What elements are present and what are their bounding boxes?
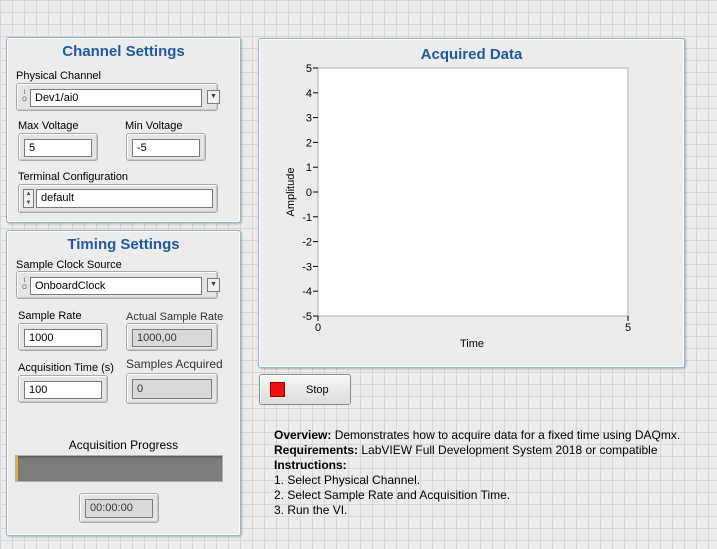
instructions-line: Instructions: [274, 458, 714, 473]
max-voltage-control: 5 [18, 133, 98, 161]
samples-acquired-indicator: 0 [126, 373, 218, 404]
stop-button[interactable]: Stop [259, 374, 351, 405]
overview-text: Demonstrates how to acquire data for a f… [331, 428, 681, 442]
sample-rate-label: Sample Rate [18, 310, 82, 322]
plot-area [317, 67, 629, 317]
y-tick-label: -5 [302, 311, 312, 323]
sample-rate-control: 1000 [18, 323, 108, 351]
elapsed-time-field: 00:00:00 [85, 499, 153, 518]
max-voltage-label: Max Voltage [18, 120, 79, 132]
stop-button-label: Stop [306, 384, 329, 396]
requirements-label: Requirements: [274, 443, 359, 457]
samples-acquired-field: 0 [132, 379, 212, 399]
sample-clock-source-dropdown-button[interactable]: ▼ [207, 278, 220, 292]
channel-settings-title: Channel Settings [62, 43, 185, 60]
physical-channel-dropdown-button[interactable]: ▼ [207, 90, 220, 104]
acquisition-time-label: Acquisition Time (s) [18, 362, 114, 374]
acquisition-time-control: 100 [18, 375, 108, 403]
instructions-label: Instructions: [274, 458, 347, 472]
physical-channel-field[interactable]: Dev1/ai0 [30, 89, 202, 107]
acquisition-time-field[interactable]: 100 [24, 381, 102, 399]
acquisition-progress-fill [16, 456, 18, 481]
actual-sample-rate-indicator: 1000,00 [126, 323, 218, 351]
sample-rate-field[interactable]: 1000 [24, 329, 102, 347]
acquisition-progress-label: Acquisition Progress [68, 438, 179, 452]
y-tick-label: 4 [306, 88, 312, 100]
physical-channel-control: IO Dev1/ai0 ▼ [16, 83, 220, 111]
timing-settings-title: Timing Settings [67, 236, 180, 253]
y-tick-label: 2 [306, 137, 312, 149]
acquired-data-panel: Acquired Data 5 4 3 2 1 0 -1 -2 -3 -4 -5 05 Amplit… [258, 38, 685, 368]
io-name-icon: IO [22, 90, 27, 103]
y-tick-label: -3 [302, 261, 312, 273]
overview-label: Overview: [274, 428, 332, 442]
io-name-icon: IO [22, 278, 27, 291]
acquisition-progress-bar [15, 455, 223, 482]
max-voltage-field[interactable]: 5 [24, 139, 92, 157]
samples-acquired-label: Samples Acquired [126, 357, 223, 371]
elapsed-time-indicator: 00:00:00 [79, 493, 159, 523]
overview-line: Overview: Demonstrates how to acquire da… [274, 428, 714, 443]
terminal-config-control: ▲ ▼ default [18, 184, 218, 213]
actual-sample-rate-label: Actual Sample Rate [126, 311, 224, 323]
timing-settings-panel: Timing Settings Sample Clock Source IO O… [6, 230, 241, 536]
stop-led-icon [270, 382, 285, 397]
min-voltage-field[interactable]: -5 [132, 139, 200, 157]
x-tick-label: 0 [315, 322, 321, 334]
requirements-text: LabVIEW Full Development System 2018 or … [358, 443, 658, 457]
terminal-config-field[interactable]: default [36, 189, 213, 208]
instruction-step: 3. Run the VI. [274, 503, 348, 517]
terminal-config-label: Terminal Configuration [18, 171, 129, 183]
increment-icon[interactable]: ▲ [24, 190, 33, 198]
decrement-icon[interactable]: ▼ [24, 199, 33, 207]
x-tick-label: 5 [625, 322, 631, 334]
description-block: Overview: Demonstrates how to acquire da… [274, 428, 714, 518]
min-voltage-label: Min Voltage [125, 120, 183, 132]
terminal-config-stepper[interactable]: ▲ ▼ [23, 189, 34, 208]
x-axis-label: Time [460, 338, 484, 350]
physical-channel-label: Physical Channel [16, 70, 101, 82]
actual-sample-rate-field: 1000,00 [132, 329, 212, 347]
y-tick-label: 1 [306, 162, 312, 174]
y-tick-label: 5 [306, 63, 312, 75]
sample-clock-source-control: IO OnboardClock ▼ [16, 271, 220, 299]
min-voltage-control: -5 [126, 133, 206, 161]
sample-clock-source-field[interactable]: OnboardClock [30, 277, 202, 295]
requirements-line: Requirements: LabVIEW Full Development S… [274, 443, 714, 458]
instruction-step: 1. Select Physical Channel. [274, 473, 421, 487]
y-tick-label: 0 [306, 187, 312, 199]
y-tick-label: 3 [306, 113, 312, 125]
sample-clock-source-label: Sample Clock Source [16, 259, 122, 271]
y-tick-label: -2 [302, 237, 312, 249]
y-axis-label: Amplitude [285, 168, 297, 217]
instruction-step: 2. Select Sample Rate and Acquisition Ti… [274, 488, 511, 502]
channel-settings-panel: Channel Settings Physical Channel IO Dev… [6, 37, 241, 223]
y-tick-label: -4 [302, 286, 312, 298]
y-tick-label: -1 [302, 212, 312, 224]
acquired-data-chart: 5 4 3 2 1 0 -1 -2 -3 -4 -5 0 5 Amplitude Time [285, 63, 631, 350]
